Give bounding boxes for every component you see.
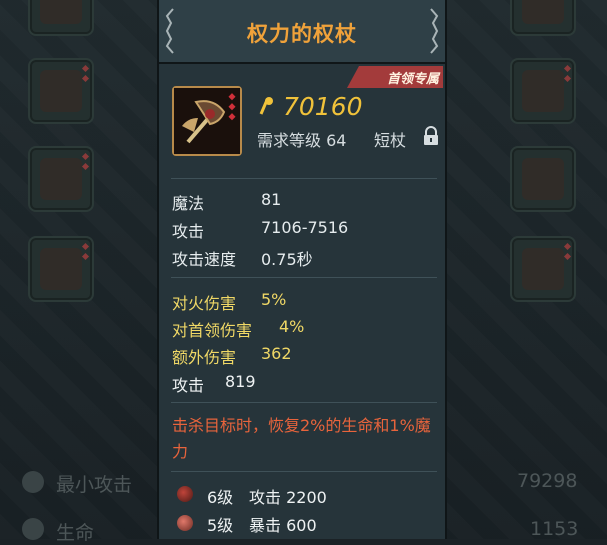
stat-value-attack: 7106-7516	[261, 218, 349, 237]
extra-stat-label: 攻击	[172, 376, 205, 395]
equipment-slot-left-4[interactable]	[28, 236, 94, 302]
item-title: 权力的权杖	[247, 22, 357, 46]
heart-icon	[22, 518, 44, 540]
gem-level-1: 6级	[207, 488, 234, 507]
item-icon-frame	[172, 86, 242, 156]
bonus-value-boss-damage: 4%	[279, 317, 305, 336]
bg-stat-label-1: 最小攻击	[56, 474, 133, 496]
level-requirement: 需求等级 64	[257, 131, 347, 150]
gem-icon	[177, 515, 193, 531]
equipment-slot-right-3[interactable]	[510, 146, 576, 212]
bonus-value-fire-damage: 5%	[261, 290, 287, 309]
right-bracket-icon	[430, 8, 439, 54]
divider-1	[171, 178, 437, 179]
stat-value-attack-speed: 0.75秒	[261, 250, 313, 269]
stat-value-magic: 81	[261, 190, 282, 209]
equipment-slot-left-2[interactable]	[28, 58, 94, 124]
sword-icon	[22, 471, 44, 493]
bonus-label-boss-damage: 对首领伤害	[172, 321, 253, 340]
equipment-slot-right-4[interactable]	[510, 236, 576, 302]
bg-stat-value-2: 1153	[530, 518, 579, 540]
divider-2	[171, 277, 437, 278]
divider-4	[171, 471, 437, 472]
bg-stat-value-1: 79298	[517, 470, 578, 492]
lock-icon[interactable]	[422, 126, 440, 146]
bonus-label-fire-damage: 对火伤害	[172, 294, 237, 313]
boss-exclusive-tag-label: 首领专属	[386, 72, 439, 87]
gem-icon	[177, 486, 193, 502]
tooltip-title-bar: 权力的权杖	[159, 0, 445, 64]
bonus-value-extra-damage: 362	[261, 344, 292, 363]
stat-label-magic: 魔法	[172, 194, 205, 213]
gem-stat-1: 攻击 2200	[249, 488, 327, 507]
stat-label-attack: 攻击	[172, 222, 205, 241]
gem-stat-2: 暴击 600	[249, 516, 317, 535]
equipment-slot-left-1[interactable]	[28, 0, 94, 36]
gem-level-2: 5级	[207, 516, 234, 535]
bg-stat-label-2: 生命	[56, 522, 95, 544]
gold-value: 70160	[283, 92, 363, 121]
scepter-icon	[174, 88, 240, 154]
equipment-slot-right-1[interactable]	[510, 0, 576, 36]
weapon-type: 短杖	[374, 131, 407, 150]
item-tooltip: 权力的权杖 首领专属 70160 需求等级 64 短杖 魔法 81 攻击 710…	[157, 0, 447, 539]
divider-3	[171, 402, 437, 403]
special-effect: 击杀目标时，恢复2%的生命和1%魔力	[172, 416, 431, 461]
equipment-slot-right-2[interactable]	[510, 58, 576, 124]
equipment-slot-left-3[interactable]	[28, 146, 94, 212]
stat-label-attack-speed: 攻击速度	[172, 250, 237, 269]
bonus-label-extra-damage: 额外伤害	[172, 348, 237, 367]
gold-icon	[259, 97, 273, 115]
extra-stat-value: 819	[225, 372, 256, 391]
